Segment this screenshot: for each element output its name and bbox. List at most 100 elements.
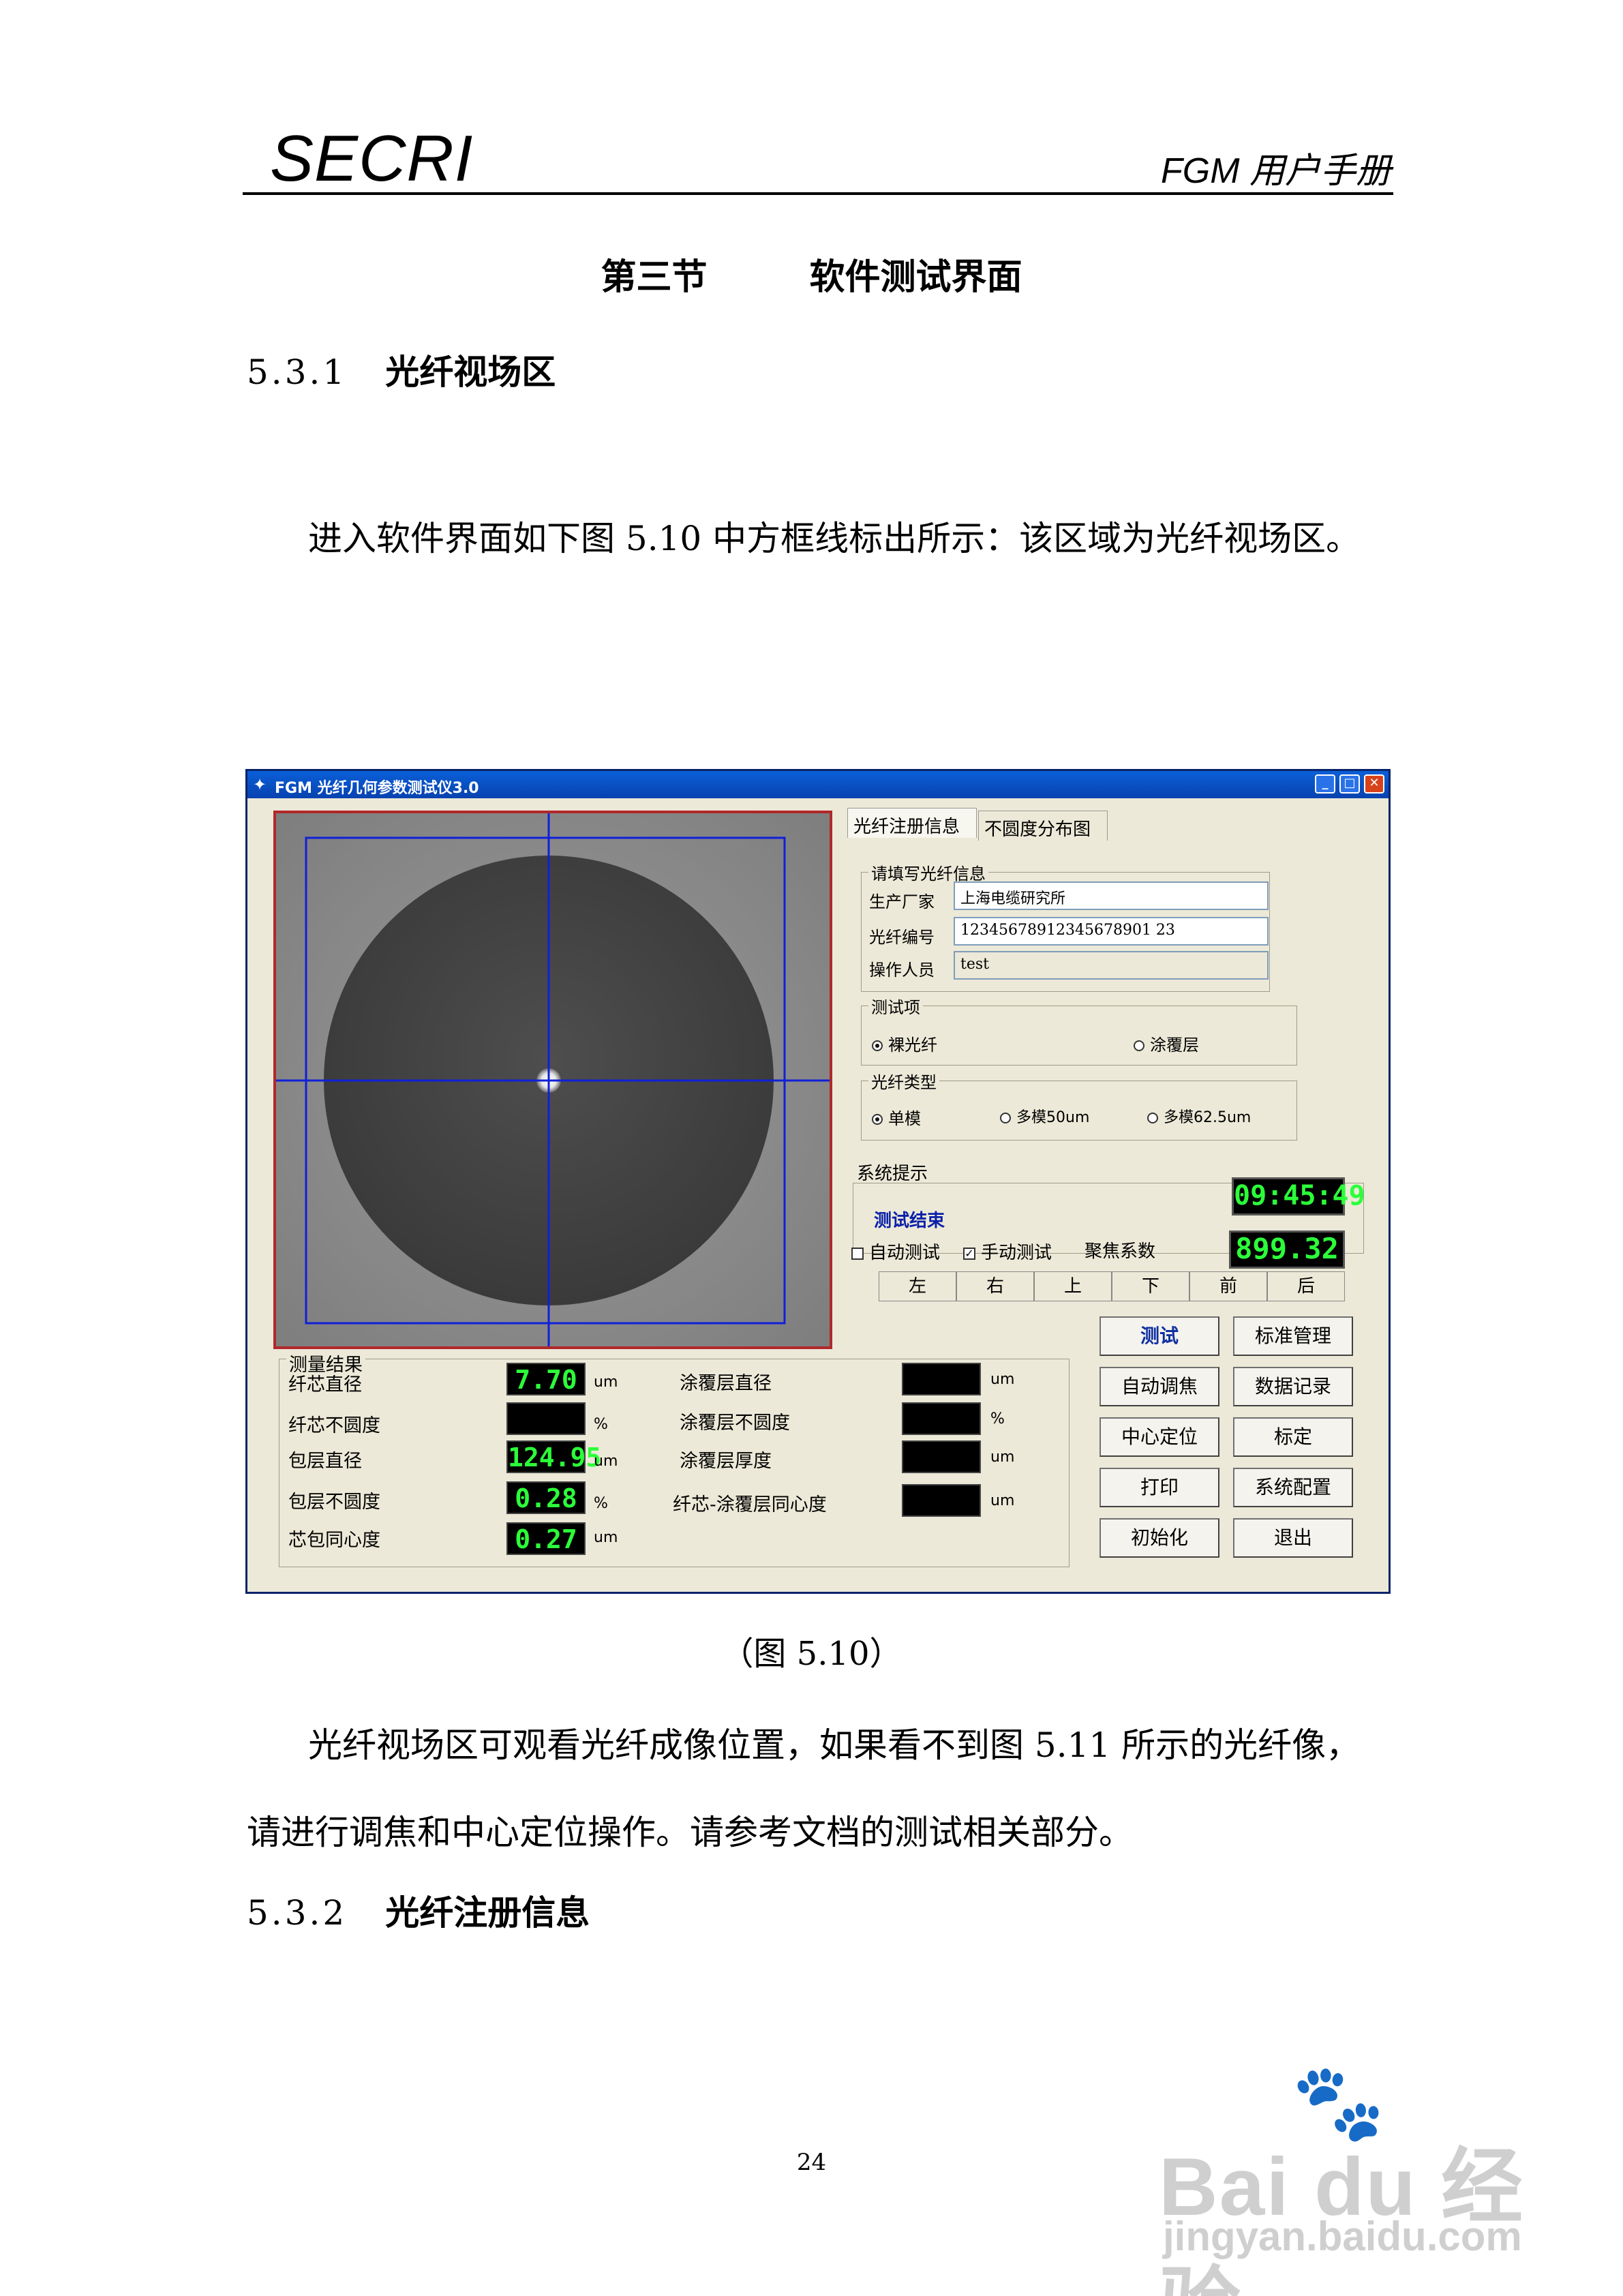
- auto-test-checkbox[interactable]: 自动测试: [851, 1239, 940, 1264]
- cladding-noncircularity-label: 包层不圆度: [288, 1492, 380, 1513]
- radio-multimode-625-label: 多模62.5um: [1164, 1109, 1252, 1126]
- cladding-noncircularity-unit: %: [594, 1495, 608, 1512]
- core-noncircularity-label: 纤芯不圆度: [288, 1415, 380, 1436]
- move-left-button[interactable]: 左: [879, 1271, 956, 1301]
- core-cladding-concentricity-unit: um: [594, 1529, 618, 1546]
- header-manual-title: FGM 用户手册: [1161, 151, 1391, 191]
- system-message: 测试结束: [874, 1211, 945, 1231]
- window-title: FGM 光纤几何参数测试仪3.0: [275, 780, 479, 797]
- operator-field[interactable]: test: [954, 951, 1269, 980]
- coating-diameter-value: [902, 1363, 981, 1395]
- tab-noncircularity[interactable]: 不圆度分布图: [978, 811, 1108, 841]
- watermark-brand: Bai du 经验: [1159, 2141, 1525, 2296]
- figure-caption: （图 5.10）: [721, 1635, 902, 1673]
- radio-multimode-50[interactable]: 多模50um: [1000, 1105, 1089, 1127]
- coating-thickness-label: 涂覆层厚度: [680, 1451, 772, 1472]
- core-diameter-label: 纤芯直径: [288, 1374, 362, 1395]
- coating-thickness-value: [902, 1440, 981, 1473]
- system-prompt-label: 系统提示: [857, 1164, 928, 1184]
- print-button[interactable]: 打印: [1099, 1468, 1219, 1507]
- focus-display: 899.32: [1229, 1230, 1345, 1269]
- fiber-image: [276, 813, 830, 1346]
- move-forward-button[interactable]: 前: [1189, 1271, 1267, 1301]
- subsection-number: 5.3.2: [247, 1893, 348, 1933]
- radio-single-mode[interactable]: 单模: [872, 1105, 921, 1129]
- tab-registration[interactable]: 光纤注册信息: [847, 808, 977, 838]
- section-title: 第三节 软件测试界面: [0, 248, 1623, 299]
- cladding-noncircularity-value: 0.28: [506, 1481, 586, 1514]
- core-diameter-unit: um: [594, 1374, 618, 1391]
- maximize-icon[interactable]: □: [1339, 774, 1360, 794]
- coating-noncircularity-label: 涂覆层不圆度: [680, 1413, 790, 1434]
- radio-coating-dot: [1134, 1040, 1144, 1051]
- center-position-button[interactable]: 中心定位: [1099, 1417, 1219, 1457]
- app-window: ✦ FGM 光纤几何参数测试仪3.0 _ □ ✕ 光纤注册信息 不圆度分布图 请…: [245, 769, 1391, 1594]
- close-icon[interactable]: ✕: [1364, 774, 1384, 794]
- operator-label: 操作人员: [869, 961, 935, 980]
- title-bar: ✦ FGM 光纤几何参数测试仪3.0 _ □ ✕: [247, 771, 1389, 798]
- coating-noncircularity-value: [902, 1402, 981, 1435]
- auto-test-box: [851, 1247, 864, 1260]
- test-item-label: 测试项: [868, 994, 923, 1018]
- radio-multimode-50-dot: [1000, 1113, 1011, 1123]
- move-down-button[interactable]: 下: [1112, 1271, 1189, 1301]
- data-record-button[interactable]: 数据记录: [1233, 1367, 1353, 1406]
- registration-group-label: 请填写光纤信息: [868, 860, 988, 884]
- core-cladding-concentricity-label: 芯包同心度: [288, 1530, 380, 1551]
- cladding-diameter-unit: um: [594, 1453, 618, 1470]
- test-button[interactable]: 测试: [1099, 1316, 1219, 1356]
- manual-test-checkbox[interactable]: ✓ 手动测试: [963, 1239, 1052, 1264]
- clock-display: 09:45:49: [1232, 1177, 1365, 1215]
- auto-focus-button[interactable]: 自动调焦: [1099, 1367, 1219, 1406]
- fiber-type-label: 光纤类型: [868, 1069, 939, 1093]
- move-up-button[interactable]: 上: [1034, 1271, 1112, 1301]
- cladding-diameter-label: 包层直径: [288, 1451, 362, 1472]
- system-config-button[interactable]: 系统配置: [1233, 1468, 1353, 1507]
- coating-diameter-unit: um: [990, 1371, 1015, 1388]
- exit-button[interactable]: 退出: [1233, 1518, 1353, 1558]
- fiber-id-field[interactable]: 12345678912345678901 23: [954, 917, 1269, 946]
- coating-diameter-label: 涂覆层直径: [680, 1373, 772, 1394]
- subsection-title: 光纤视场区: [385, 352, 556, 392]
- core-coating-concentricity-label: 纤芯-涂覆层同心度: [673, 1494, 827, 1515]
- fiber-view[interactable]: [273, 811, 832, 1349]
- move-back-button[interactable]: 后: [1267, 1271, 1345, 1301]
- baidu-watermark: 🐾 Bai du 经验 jingyan.baidu.com: [1159, 2059, 1541, 2296]
- radio-bare-fiber[interactable]: 裸光纤: [872, 1031, 937, 1055]
- core-noncircularity-unit: %: [594, 1416, 608, 1433]
- header-logo: SECRI: [270, 122, 474, 195]
- focus-label: 聚焦系数: [1084, 1241, 1156, 1262]
- app-icon: ✦: [253, 775, 267, 794]
- calibrate-button[interactable]: 标定: [1233, 1417, 1353, 1457]
- core-coating-concentricity-unit: um: [990, 1492, 1015, 1509]
- paragraph-intro: 进入软件界面如下图 5.10 中方框线标出所示：该区域为光纤视场区。: [308, 519, 1361, 558]
- radio-multimode-50-label: 多模50um: [1016, 1109, 1090, 1126]
- standard-management-button[interactable]: 标准管理: [1233, 1316, 1353, 1356]
- auto-test-label: 自动测试: [869, 1243, 941, 1263]
- subsection-title: 光纤注册信息: [385, 1893, 590, 1933]
- initialize-button[interactable]: 初始化: [1099, 1518, 1219, 1558]
- minimize-icon[interactable]: _: [1315, 774, 1335, 794]
- header-rule: [243, 192, 1393, 195]
- manufacturer-field[interactable]: 上海电缆研究所: [954, 881, 1269, 910]
- move-right-button[interactable]: 右: [956, 1271, 1034, 1301]
- radio-single-mode-label: 单模: [888, 1109, 921, 1128]
- section-name: 软件测试界面: [809, 257, 1022, 298]
- core-noncircularity-value: [506, 1402, 586, 1435]
- radio-multimode-625-dot: [1147, 1113, 1158, 1123]
- manufacturer-label: 生产厂家: [869, 892, 935, 911]
- subsection-532: 5.3.2 光纤注册信息: [247, 1886, 590, 1935]
- subsection-531: 5.3.1 光纤视场区: [247, 345, 556, 394]
- core-diameter-value: 7.70: [506, 1363, 586, 1395]
- radio-coating[interactable]: 涂覆层: [1134, 1031, 1199, 1055]
- radio-multimode-625[interactable]: 多模62.5um: [1147, 1105, 1251, 1127]
- section-number: 第三节: [601, 257, 708, 298]
- radio-single-mode-dot: [872, 1114, 883, 1125]
- radio-bare-fiber-dot: [872, 1040, 883, 1051]
- manual-test-box: ✓: [963, 1247, 975, 1260]
- core-coating-concentricity-value: [902, 1484, 981, 1517]
- coating-thickness-unit: um: [990, 1449, 1015, 1466]
- radio-bare-fiber-label: 裸光纤: [888, 1036, 937, 1055]
- coating-noncircularity-unit: %: [990, 1410, 1005, 1428]
- subsection-number: 5.3.1: [247, 352, 348, 392]
